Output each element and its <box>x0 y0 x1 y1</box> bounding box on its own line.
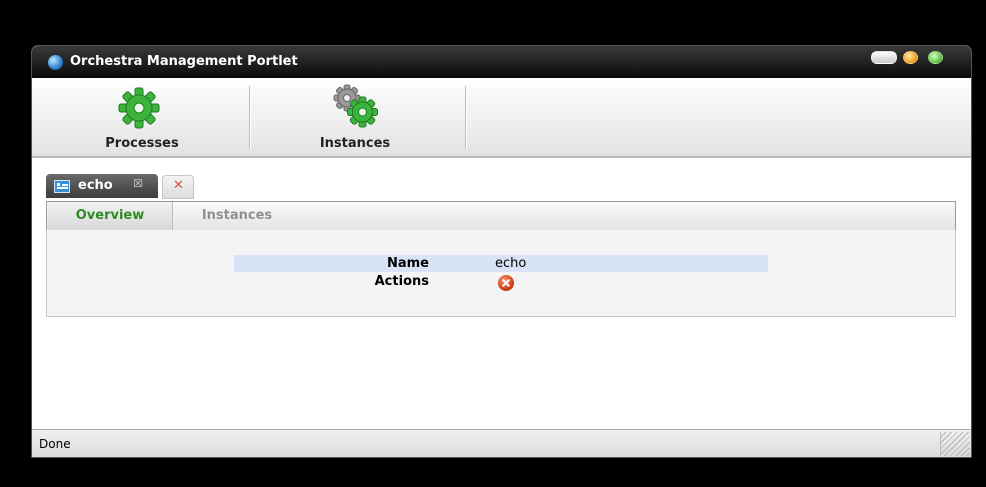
tab-instances[interactable]: Instances <box>177 202 297 230</box>
delete-icon[interactable] <box>498 275 514 291</box>
toolbar-divider <box>465 86 466 148</box>
instances-button[interactable]: Instances <box>285 78 425 154</box>
object-tab-label: echo <box>78 178 113 193</box>
gear-icon <box>118 87 160 129</box>
instances-label: Instances <box>319 136 391 151</box>
name-label: Name <box>386 256 429 271</box>
resize-grip[interactable] <box>940 432 970 456</box>
toolbar: Processes Instances <box>32 78 971 158</box>
processes-label: Processes <box>105 136 179 151</box>
tab-close-icon[interactable]: ☒ <box>132 178 144 190</box>
process-icon <box>54 180 70 193</box>
tab-overview[interactable]: Overview <box>48 202 173 230</box>
title-bar[interactable]: Orchestra Management Portlet <box>32 46 971 78</box>
globe-icon <box>48 55 63 70</box>
portlet-window: Orchestra Management Portlet Processes I… <box>31 45 972 458</box>
toolbar-divider <box>249 86 250 148</box>
minimize-button[interactable] <box>871 51 897 64</box>
gears-icon <box>333 84 378 128</box>
name-value: echo <box>495 256 527 271</box>
close-all-tabs-button[interactable]: ✕ <box>162 175 194 199</box>
status-text: Done <box>39 437 71 451</box>
status-bar: Done <box>32 429 971 457</box>
close-window-button[interactable] <box>928 51 943 64</box>
actions-label: Actions <box>374 274 429 289</box>
maximize-button[interactable] <box>903 51 918 64</box>
object-tab-echo[interactable]: echo ☒ <box>46 174 158 198</box>
overview-panel: Name echo Actions <box>46 230 956 317</box>
window-title: Orchestra Management Portlet <box>70 54 298 69</box>
subtab-bar: Overview Instances <box>46 201 956 231</box>
close-icon: ✕ <box>173 178 184 193</box>
processes-button[interactable]: Processes <box>72 78 212 154</box>
